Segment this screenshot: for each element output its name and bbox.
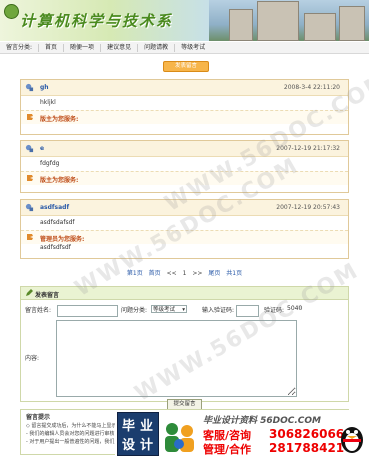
ad-slogan: 毕业设计资料 56DOC.COM xyxy=(203,416,322,426)
ad-banner[interactable]: 毕 业 设 计 毕业设计资料 56DOC.COM 客服/咨询 306826066… xyxy=(115,410,369,457)
people-icon xyxy=(165,423,194,452)
reply-icon xyxy=(27,114,33,120)
category-select-value: 等级考试 xyxy=(153,307,176,313)
message-time: 2007-12-19 21:17:32 xyxy=(276,145,340,152)
pager-page[interactable]: 1 xyxy=(183,270,187,277)
reply-bar: 版主为您服务: xyxy=(21,110,348,124)
category-select[interactable]: 等级考试 ▾ xyxy=(151,305,187,313)
ad-badge: 毕 业 设 计 xyxy=(117,412,159,456)
campus-building-image xyxy=(209,0,369,41)
pager-last[interactable]: 尾页 xyxy=(208,270,220,277)
name-input[interactable] xyxy=(57,305,118,317)
ad-admin-label: 管理/合作 xyxy=(203,443,252,456)
tip-line: ◇ 留言提交成功后，为什么不能马上显示? xyxy=(26,423,120,429)
form-row: 留言姓名: 问题分类: 等级考试 ▾ 输入验证码: 验证码: 5040 xyxy=(25,305,345,317)
pager-next[interactable]: >> xyxy=(192,270,202,277)
message-header: e 2007-12-19 21:17:32 xyxy=(21,141,348,157)
qq-penguin-icon xyxy=(341,427,363,453)
pencil-icon xyxy=(26,289,33,296)
site-banner: 计算机科学与技术系 xyxy=(0,0,369,41)
nav-item-questions[interactable]: 问题请教 xyxy=(138,43,176,52)
message-time: 2007-12-19 20:57:43 xyxy=(276,204,340,211)
reply-label: 版主为您服务: xyxy=(40,116,79,123)
form-title: 发表留言 xyxy=(35,292,60,299)
message-content: asdfsdafsdf xyxy=(40,219,75,226)
message-content: fdgfdg xyxy=(40,160,60,167)
pagination: 第1页 首页 << 1 >> 尾页 共1页 xyxy=(0,268,369,277)
nav-label: 留言分类: xyxy=(0,43,40,52)
reply-label: 管理员为您服务: xyxy=(40,236,85,243)
user-icon xyxy=(25,203,34,212)
nav-item-exams[interactable]: 等级考试 xyxy=(175,44,211,52)
nav-item-misc[interactable]: 随便一项 xyxy=(64,43,102,52)
reply-icon xyxy=(27,234,33,240)
pager-prev[interactable]: << xyxy=(167,270,177,277)
tips-title: 留言提示 xyxy=(26,414,51,421)
content-textarea[interactable] xyxy=(56,320,297,397)
reply-bar: 版主为您服务: xyxy=(21,171,348,185)
message-card: gh 2008-3-4 22:11:20 hkljkl 版主为您服务: xyxy=(20,79,349,135)
message-card: e 2007-12-19 21:17:32 fdgfdg 版主为您服务: xyxy=(20,140,349,193)
pager-total: 共1页 xyxy=(226,270,243,277)
category-label: 问题分类: xyxy=(121,307,148,314)
badge-char: 设 xyxy=(122,438,136,453)
reply-label: 版主为您服务: xyxy=(40,177,79,184)
verification-code: 5040 xyxy=(287,305,303,312)
user-icon xyxy=(25,144,34,153)
chevron-down-icon: ▾ xyxy=(182,307,185,313)
name-label: 留言姓名: xyxy=(25,307,52,314)
site-title: 计算机科学与技术系 xyxy=(20,12,174,30)
pager-first[interactable]: 首页 xyxy=(149,270,161,277)
category-nav: 留言分类: 首页 随便一项 建议意见 问题请教 等级考试 xyxy=(0,42,369,54)
message-time: 2008-3-4 22:11:20 xyxy=(283,84,340,91)
content-label: 内容: xyxy=(25,355,40,362)
message-author[interactable]: gh xyxy=(40,84,49,91)
nav-item-home[interactable]: 首页 xyxy=(39,43,65,52)
post-message-button[interactable]: 发表留言 xyxy=(163,61,209,72)
nav-item-suggestions[interactable]: 建议意见 xyxy=(101,43,139,52)
verify-label: 输入验证码: xyxy=(202,307,235,314)
reply-content: asdfsdfsdf xyxy=(40,244,71,251)
reply-content xyxy=(21,185,348,189)
message-content: hkljkl xyxy=(40,99,56,106)
reply-bar: 管理员为您服务: xyxy=(21,230,348,244)
message-author[interactable]: asdfsadf xyxy=(40,204,69,211)
reply-icon xyxy=(27,175,33,181)
user-icon xyxy=(25,83,34,92)
message-header: gh 2008-3-4 22:11:20 xyxy=(21,80,348,96)
message-author[interactable]: e xyxy=(40,145,44,152)
school-logo-icon xyxy=(4,4,19,19)
form-header: 发表留言 xyxy=(21,287,348,300)
badge-char: 计 xyxy=(140,438,154,453)
badge-char: 毕 xyxy=(122,419,136,434)
message-card: asdfsadf 2007-12-19 20:57:43 asdfsdafsdf… xyxy=(20,199,349,259)
post-message-form: 发表留言 留言姓名: 问题分类: 等级考试 ▾ 输入验证码: 验证码: 5040… xyxy=(20,286,349,402)
ad-admin-number: 281788421 xyxy=(269,441,345,455)
code-label: 验证码: xyxy=(264,307,285,314)
message-header: asdfsadf 2007-12-19 20:57:43 xyxy=(21,200,348,216)
reply-content xyxy=(21,124,348,128)
ad-service-number: 306826066 xyxy=(269,427,345,441)
pager-current: 第1页 xyxy=(126,270,143,277)
badge-char: 业 xyxy=(140,419,154,434)
verify-input[interactable] xyxy=(236,305,259,317)
